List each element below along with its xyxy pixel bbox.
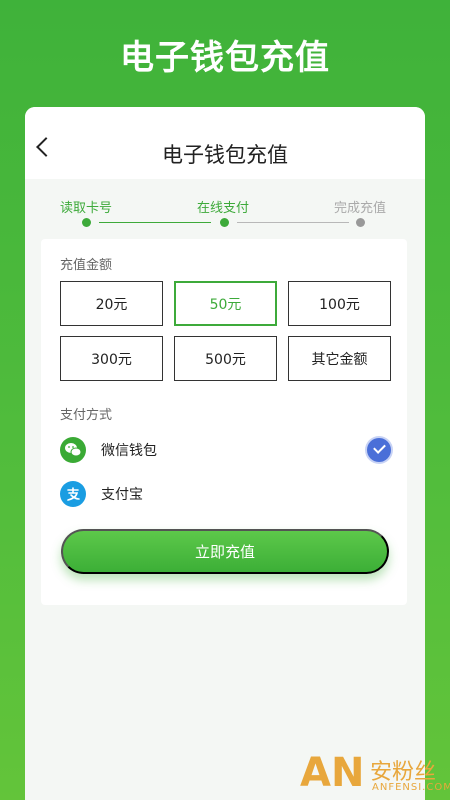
payment-option-wechat[interactable]: 微信钱包: [60, 435, 391, 465]
step-dot-pending: [356, 218, 365, 227]
step-dot-done: [82, 218, 91, 227]
payment-name-wechat: 微信钱包: [101, 443, 157, 459]
amount-option-500[interactable]: 500元: [174, 336, 277, 381]
watermark-text-en: ANFENSI.COM: [372, 782, 450, 793]
progress-steps: 读取卡号 在线支付 完成充值: [25, 179, 425, 237]
watermark-logo: AN: [300, 750, 365, 796]
payment-section-label: 支付方式: [60, 408, 113, 423]
amount-option-20[interactable]: 20元: [60, 281, 163, 326]
wechat-icon: [60, 437, 86, 463]
page-title: 电子钱包充值: [162, 143, 288, 167]
step-connector-done: [99, 222, 211, 223]
recharge-now-button[interactable]: 立即充值: [61, 529, 389, 574]
checkmark-selected-icon[interactable]: [367, 438, 391, 462]
step-dot-active: [220, 218, 229, 227]
payment-option-alipay[interactable]: 支付宝: [60, 479, 390, 509]
step-label-online-pay: 在线支付: [197, 201, 250, 216]
payment-name-alipay: 支付宝: [101, 487, 143, 503]
recharge-card: 充值金额 20元 50元 100元 300元 500元 其它金额 支付方式 微信…: [41, 239, 407, 605]
phone-screen: 电子钱包充值 读取卡号 在线支付 完成充值 充值金额 20元 50元 100元 …: [25, 107, 425, 800]
step-connector-pending: [237, 222, 349, 223]
alipay-icon: [60, 481, 86, 507]
amount-option-300[interactable]: 300元: [60, 336, 163, 381]
amount-option-50[interactable]: 50元: [174, 281, 277, 326]
step-label-complete: 完成充值: [334, 201, 387, 216]
navigation-bar: 电子钱包充值: [25, 107, 425, 179]
step-label-read-card: 读取卡号: [60, 201, 113, 216]
site-watermark: AN 安粉丝 ANFENSI.COM: [300, 752, 450, 800]
hero-title: 电子钱包充值: [120, 38, 330, 78]
amount-option-100[interactable]: 100元: [288, 281, 391, 326]
amount-section-label: 充值金额: [60, 258, 113, 273]
amount-option-other[interactable]: 其它金额: [288, 336, 391, 381]
